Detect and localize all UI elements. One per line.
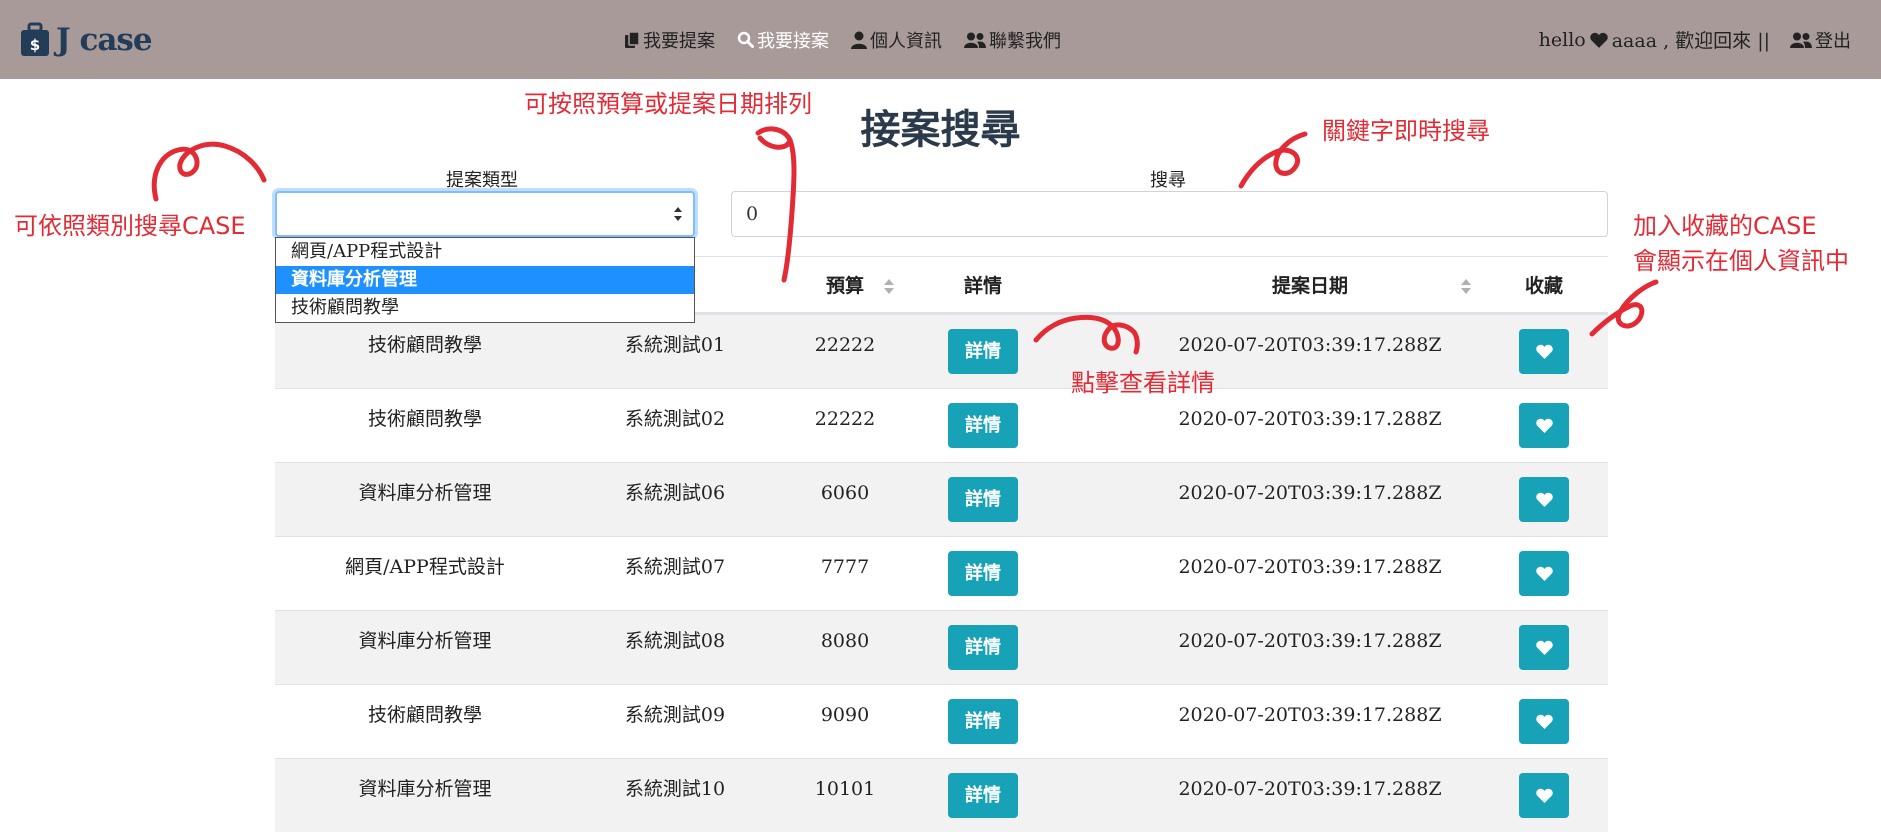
- annotation-sort: 可按照預算或提案日期排列: [524, 90, 812, 118]
- search-input[interactable]: 0: [731, 191, 1608, 237]
- main-nav: 我要提案 我要接案 個人資訊 聯繫我們: [624, 0, 1061, 79]
- cell-budget: 22222: [814, 334, 876, 356]
- detail-button[interactable]: 詳情: [948, 403, 1018, 448]
- column-favorite-header: 收藏: [1524, 275, 1563, 297]
- search-icon: [737, 31, 754, 48]
- cell-budget: 6060: [820, 482, 870, 504]
- heart-icon: [1535, 344, 1553, 359]
- logout-button[interactable]: 登出: [1790, 27, 1851, 53]
- type-filter-label: 提案類型: [446, 170, 518, 191]
- nav-profile[interactable]: 個人資訊: [851, 27, 942, 53]
- annotation-category: 可依照類別搜尋CASE: [14, 212, 246, 240]
- annotation-keyword: 關鍵字即時搜尋: [1322, 117, 1490, 145]
- nav-take-case[interactable]: 我要接案: [737, 27, 829, 53]
- cell-name: 系統測試10: [624, 778, 726, 800]
- copy-icon: [625, 30, 640, 48]
- heart-icon: [1535, 492, 1553, 507]
- table-body: 技術顧問教學 系統測試01 22222 詳情 2020-07-20T03:39:…: [275, 314, 1608, 832]
- brand-logo[interactable]: $ J case: [20, 18, 153, 62]
- detail-button[interactable]: 詳情: [948, 477, 1018, 522]
- cell-budget: 7777: [820, 556, 870, 578]
- brand-name: J case: [56, 22, 153, 58]
- select-arrows-icon: [674, 207, 682, 221]
- heart-icon: [1535, 788, 1553, 803]
- annotation-favorite-line1: 加入收藏的CASE: [1633, 212, 1817, 240]
- briefcase-icon: $: [21, 22, 49, 56]
- cell-date: 2020-07-20T03:39:17.288Z: [1178, 408, 1442, 430]
- page-title: 接案搜尋: [860, 106, 1021, 153]
- favorite-button[interactable]: [1519, 773, 1569, 818]
- favorite-button[interactable]: [1519, 551, 1569, 596]
- heart-icon: [1535, 566, 1553, 581]
- detail-button[interactable]: 詳情: [948, 699, 1018, 744]
- cell-date: 2020-07-20T03:39:17.288Z: [1178, 630, 1442, 652]
- greeting-text: hello aaaa , 歡迎回來 ||: [1538, 28, 1770, 53]
- sort-icon[interactable]: [1460, 277, 1472, 295]
- cell-budget: 22222: [814, 408, 876, 430]
- heart-icon: [1589, 32, 1608, 48]
- favorite-button[interactable]: [1519, 477, 1569, 522]
- favorite-button[interactable]: [1519, 403, 1569, 448]
- user-area: hello aaaa , 歡迎回來 || 登出: [1539, 0, 1851, 79]
- heart-icon: [1535, 714, 1553, 729]
- favorite-button[interactable]: [1519, 625, 1569, 670]
- nav-propose[interactable]: 我要提案: [624, 27, 715, 53]
- dropdown-option-selected[interactable]: 資料庫分析管理: [276, 266, 694, 294]
- cell-name: 系統測試09: [624, 704, 726, 726]
- cell-date: 2020-07-20T03:39:17.288Z: [1178, 778, 1442, 800]
- table-row: 資料庫分析管理 系統測試10 10101 詳情 2020-07-20T03:39…: [275, 758, 1608, 832]
- users-icon: [1790, 32, 1812, 48]
- dropdown-option[interactable]: 技術顧問教學: [276, 294, 694, 322]
- cell-name: 系統測試06: [624, 482, 726, 504]
- sort-icon[interactable]: [883, 277, 895, 295]
- table-row: 技術顧問教學 系統測試09 9090 詳情 2020-07-20T03:39:1…: [275, 684, 1608, 758]
- table-row: 資料庫分析管理 系統測試08 8080 詳情 2020-07-20T03:39:…: [275, 610, 1608, 684]
- table-row: 資料庫分析管理 系統測試06 6060 詳情 2020-07-20T03:39:…: [275, 462, 1608, 536]
- column-detail-header: 詳情: [963, 275, 1002, 297]
- nav-contact[interactable]: 聯繫我們: [964, 27, 1061, 53]
- users-icon: [964, 32, 986, 48]
- detail-button[interactable]: 詳情: [948, 551, 1018, 596]
- type-select[interactable]: [275, 191, 695, 237]
- table-row: 網頁/APP程式設計 系統測試07 7777 詳情 2020-07-20T03:…: [275, 536, 1608, 610]
- detail-button[interactable]: 詳情: [948, 329, 1018, 374]
- dropdown-option[interactable]: 網頁/APP程式設計: [276, 238, 694, 266]
- cell-date: 2020-07-20T03:39:17.288Z: [1178, 556, 1442, 578]
- cell-date: 2020-07-20T03:39:17.288Z: [1178, 704, 1442, 726]
- svg-text:$: $: [30, 36, 40, 54]
- table-row: 技術顧問教學 系統測試02 22222 詳情 2020-07-20T03:39:…: [275, 388, 1608, 462]
- column-budget-header[interactable]: 預算: [795, 257, 895, 315]
- cell-date: 2020-07-20T03:39:17.288Z: [1178, 334, 1442, 356]
- cell-name: 系統測試02: [624, 408, 726, 430]
- cell-date: 2020-07-20T03:39:17.288Z: [1178, 482, 1442, 504]
- cell-budget: 9090: [820, 704, 870, 726]
- navbar: $ J case 我要提案 我要接案 個人資訊 聯繫我們 hello aaaa …: [0, 0, 1881, 79]
- annotation-favorite-line2: 會顯示在個人資訊中: [1633, 247, 1849, 275]
- column-date-header[interactable]: 提案日期: [1145, 257, 1475, 315]
- search-label: 搜尋: [1150, 170, 1186, 191]
- type-dropdown: 網頁/APP程式設計 資料庫分析管理 技術顧問教學: [275, 237, 695, 323]
- cell-name: 系統測試07: [624, 556, 726, 578]
- annotation-detail: 點擊查看詳情: [1071, 369, 1215, 397]
- favorite-button[interactable]: [1519, 329, 1569, 374]
- cell-name: 系統測試01: [624, 334, 726, 356]
- cell-budget: 10101: [814, 778, 876, 800]
- case-table: 目 預算 詳情 提案日期 收藏 技術顧問教學 系統測試01 22222 詳情 2…: [275, 256, 1608, 832]
- table-row: 技術顧問教學 系統測試01 22222 詳情 2020-07-20T03:39:…: [275, 314, 1608, 388]
- cell-name: 系統測試08: [624, 630, 726, 652]
- heart-icon: [1535, 640, 1553, 655]
- cell-budget: 8080: [820, 630, 870, 652]
- favorite-button[interactable]: [1519, 699, 1569, 744]
- detail-button[interactable]: 詳情: [948, 625, 1018, 670]
- detail-button[interactable]: 詳情: [948, 773, 1018, 818]
- user-icon: [851, 31, 867, 49]
- heart-icon: [1535, 418, 1553, 433]
